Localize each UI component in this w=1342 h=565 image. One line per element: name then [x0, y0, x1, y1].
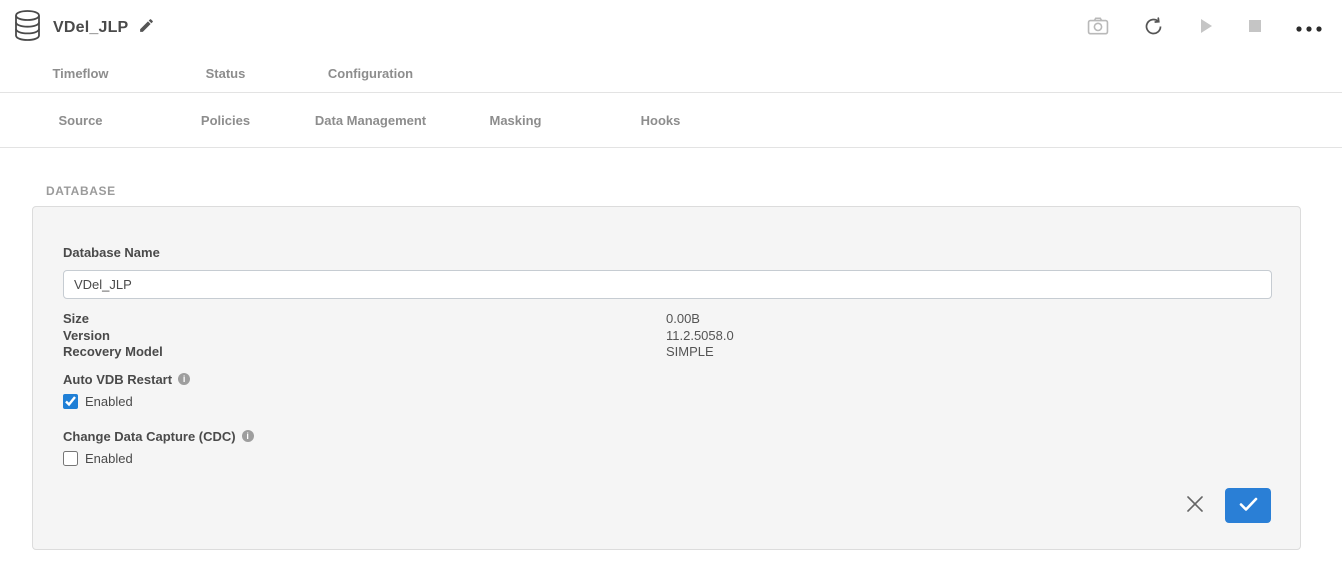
refresh-icon: [1143, 16, 1164, 40]
content-area: DATABASE Database Name Size 0.00B Versio…: [0, 148, 1342, 550]
tab-hooks[interactable]: Hooks: [588, 113, 733, 128]
tab-source[interactable]: Source: [8, 113, 153, 128]
database-icon: [14, 10, 41, 46]
tab-policies[interactable]: Policies: [153, 113, 298, 128]
stop-button[interactable]: [1248, 19, 1262, 36]
cancel-button[interactable]: [1185, 494, 1205, 517]
tab-timeflow[interactable]: Timeflow: [8, 66, 153, 81]
refresh-button[interactable]: [1143, 16, 1164, 40]
cdc-checkbox[interactable]: [63, 451, 78, 466]
ellipsis-icon: [1296, 20, 1322, 35]
checkbox-label: Enabled: [85, 394, 133, 409]
property-label: Recovery Model: [63, 344, 666, 361]
database-panel: Database Name Size 0.00B Version 11.2.50…: [32, 206, 1301, 550]
checkbox-label: Enabled: [85, 451, 133, 466]
auto-vdb-restart-checkbox[interactable]: [63, 394, 78, 409]
confirm-button[interactable]: [1225, 488, 1271, 523]
cdc-label-row: Change Data Capture (CDC) i: [63, 429, 1270, 444]
play-icon: [1198, 18, 1214, 37]
snapshot-button[interactable]: [1087, 17, 1109, 38]
database-name-input[interactable]: [63, 270, 1272, 299]
header: VDel_JLP: [0, 0, 1342, 55]
start-button[interactable]: [1198, 18, 1214, 37]
check-icon: [1239, 497, 1258, 515]
property-row-recovery-model: Recovery Model SIMPLE: [63, 344, 1270, 361]
close-icon: [1185, 502, 1205, 517]
auto-vdb-restart-label-row: Auto VDB Restart i: [63, 372, 1270, 387]
cdc-label: Change Data Capture (CDC): [63, 429, 236, 444]
tab-masking[interactable]: Masking: [443, 113, 588, 128]
edit-title-icon[interactable]: [138, 17, 155, 39]
auto-vdb-restart-check-row: Enabled: [63, 394, 1270, 409]
info-icon[interactable]: i: [178, 373, 190, 385]
property-label: Version: [63, 328, 666, 345]
camera-icon: [1087, 17, 1109, 38]
property-list: Size 0.00B Version 11.2.5058.0 Recovery …: [63, 311, 1270, 361]
cdc-check-row: Enabled: [63, 451, 1270, 466]
property-value: SIMPLE: [666, 344, 714, 361]
header-actions: [1087, 16, 1322, 40]
property-label: Size: [63, 311, 666, 328]
tab-data-management[interactable]: Data Management: [298, 113, 443, 128]
primary-tab-bar: Timeflow Status Configuration: [0, 55, 1342, 93]
property-row-version: Version 11.2.5058.0: [63, 328, 1270, 345]
property-value: 11.2.5058.0: [666, 328, 734, 345]
info-icon[interactable]: i: [242, 430, 254, 442]
panel-actions: [1185, 488, 1271, 523]
section-heading: DATABASE: [46, 184, 1342, 198]
database-name-label: Database Name: [63, 245, 160, 260]
property-row-size: Size 0.00B: [63, 311, 1270, 328]
property-value: 0.00B: [666, 311, 700, 328]
tab-status[interactable]: Status: [153, 66, 298, 81]
secondary-tab-bar: Source Policies Data Management Masking …: [0, 93, 1342, 148]
stop-icon: [1248, 19, 1262, 36]
page-title: VDel_JLP: [53, 19, 128, 37]
tab-configuration[interactable]: Configuration: [298, 66, 443, 81]
more-actions-button[interactable]: [1296, 20, 1322, 35]
auto-vdb-restart-label: Auto VDB Restart: [63, 372, 172, 387]
